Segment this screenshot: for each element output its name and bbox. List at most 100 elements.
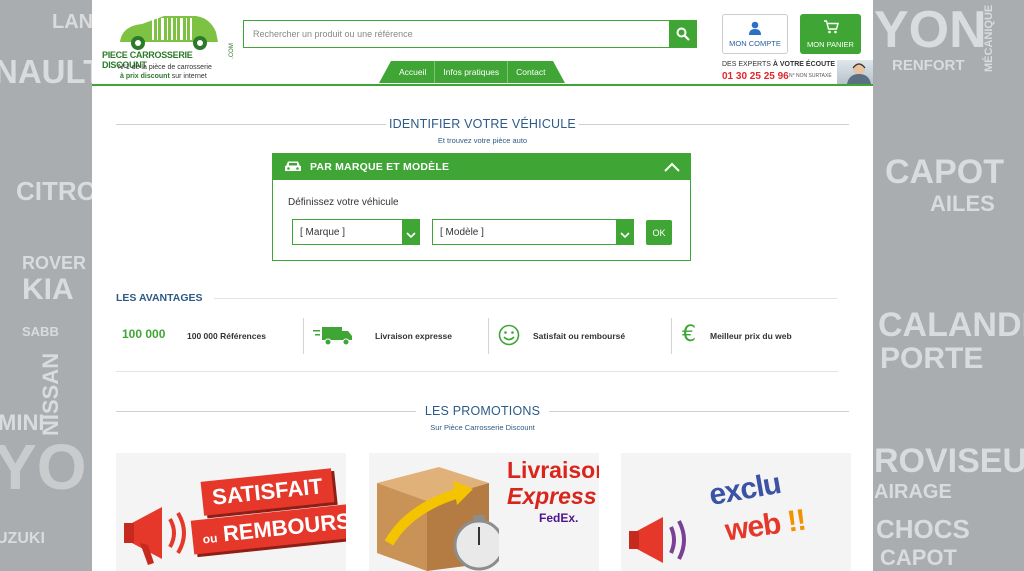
bg-word: NAULT: [0, 53, 104, 90]
advantage-divider: [303, 318, 304, 354]
bg-word: YON: [874, 1, 987, 59]
page-container: PIECE CARROSSERIE DISCOUNT .COM N°1 de l…: [92, 0, 873, 571]
bg-word: ROVER: [22, 253, 87, 273]
promotions-title: LES PROMOTIONS: [424, 404, 541, 418]
megaphone-icon: [124, 507, 186, 565]
promo-card-exclu-web[interactable]: exclu web !!: [621, 453, 851, 571]
promo-card-satisfait[interactable]: SATISFAIT ou REMBOURSÉ: [116, 453, 346, 571]
package-icon: [377, 467, 499, 571]
bg-word: CITRO: [16, 176, 97, 206]
ok-button[interactable]: OK: [646, 220, 672, 245]
promo1-small-word: ou: [202, 531, 219, 547]
brand-select[interactable]: [ Marque ]: [292, 219, 420, 245]
chevron-up-icon[interactable]: [664, 162, 680, 172]
advantage-divider: [488, 318, 489, 354]
promo3-web: web: [723, 507, 783, 548]
promo3-word-1: exclu: [706, 467, 783, 512]
cart-icon: [823, 20, 839, 34]
model-select[interactable]: [ Modèle ]: [432, 219, 634, 245]
bg-word: LAN: [52, 11, 94, 33]
site-header: PIECE CARROSSERIE DISCOUNT .COM N°1 de l…: [92, 0, 873, 86]
bg-word: CAPOT: [880, 545, 957, 570]
nav-edge: [379, 61, 391, 83]
main-nav: Accueil Infos pratiques Contact: [379, 61, 566, 83]
promo3-word-2: web !!: [723, 504, 808, 549]
chevron-down-icon: [406, 232, 416, 239]
promo-card-livraison[interactable]: Livraison Express FedEx.: [369, 453, 599, 571]
advantage-label: Satisfait ou remboursé: [533, 331, 626, 341]
phone-number[interactable]: 01 30 25 25 96: [722, 71, 789, 82]
promo2-title: Livraison: [507, 457, 599, 483]
megaphone-icon: [629, 517, 686, 563]
support-agent-image: [837, 60, 873, 84]
bg-word: CAPOT: [885, 153, 1004, 191]
vehicle-selector-panel: PAR MARQUE ET MODÈLE Définissez votre vé…: [272, 153, 691, 261]
search-button[interactable]: [669, 20, 697, 48]
promo3-exclamation: !!: [777, 503, 808, 540]
promo2-subtitle: Express: [507, 483, 597, 509]
logo-tagline-2: à prix discount sur internet: [120, 73, 207, 80]
bg-word: AIRAGE: [874, 481, 952, 503]
search-input[interactable]: [244, 21, 673, 47]
nav-item-contact[interactable]: Contact: [508, 61, 554, 83]
bg-word: CALANDRE: [878, 306, 1024, 344]
nav-item-infos-pratiques[interactable]: Infos pratiques: [435, 61, 508, 83]
nav-item-accueil[interactable]: Accueil: [391, 61, 435, 83]
advantage-satisfaction: Satisfait ou remboursé: [496, 318, 666, 354]
brand-select-arrow: [402, 219, 420, 245]
bg-word: MÉCANIQUE: [983, 4, 995, 72]
cart-label: MON PANIER: [807, 40, 854, 49]
bg-word: UZUKI: [0, 530, 45, 547]
advantage-divider: [671, 318, 672, 354]
brand-select-value: [ Marque ]: [300, 227, 346, 238]
tagline-highlight: à prix discount: [120, 73, 170, 80]
advantage-delivery: Livraison expresse: [312, 318, 492, 354]
references-count-badge: 100 000: [122, 327, 166, 341]
advantage-label: 100 000 Références: [187, 331, 266, 341]
vehicle-panel-header[interactable]: PAR MARQUE ET MODÈLE: [273, 154, 690, 180]
identify-subtitle: Et trouvez votre pièce auto: [437, 136, 528, 145]
experts-highlight: À VOTRE ÉCOUTE: [772, 61, 836, 68]
logo-suffix: .COM: [228, 43, 235, 59]
bg-word: ROVISEUR: [874, 442, 1024, 480]
model-select-value: [ Modèle ]: [440, 227, 484, 238]
experts-text: DES EXPERTS À VOTRE ÉCOUTE: [722, 61, 835, 68]
vehicle-label: Définissez votre véhicule: [288, 197, 399, 208]
nav-edge: [553, 61, 566, 83]
chevron-down-icon: [620, 232, 630, 239]
delivery-truck-icon: [313, 327, 352, 346]
bg-word: YO: [0, 431, 87, 503]
promotions-subtitle: Sur Pièce Carrosserie Discount: [430, 423, 535, 432]
section-rule: [214, 298, 837, 299]
advantage-price: € Meilleur prix du web: [680, 318, 850, 354]
cart-button[interactable]: MON PANIER: [800, 14, 861, 54]
car-icon: [285, 161, 301, 171]
phone-note: N° NON SURTAXÉ: [789, 73, 832, 79]
experts-prefix: DES EXPERTS: [722, 61, 773, 68]
car-logo-icon: [120, 16, 218, 50]
advantage-label: Livraison expresse: [375, 331, 453, 341]
vehicle-panel-title: PAR MARQUE ET MODÈLE: [310, 161, 450, 173]
agent-icon: [847, 63, 871, 84]
user-icon: [749, 21, 761, 35]
bg-word: CHOCS: [876, 514, 970, 544]
section-rule: [116, 371, 838, 372]
account-button[interactable]: MON COMPTE: [722, 14, 788, 54]
bg-word: KIA: [22, 273, 74, 306]
advantages-title: LES AVANTAGES: [116, 292, 203, 304]
bg-word: RENFORT: [892, 57, 965, 74]
search-bar: [243, 20, 697, 48]
bg-word: AILES: [930, 191, 995, 216]
identify-title: IDENTIFIER VOTRE VÉHICULE: [389, 117, 576, 131]
model-select-arrow: [616, 219, 634, 245]
advantage-references: 100 000 100 000 Références: [116, 318, 304, 354]
bg-word: SABB: [22, 324, 59, 339]
promo1-word: REMBOURSÉ: [221, 506, 346, 547]
site-logo[interactable]: PIECE CARROSSERIE DISCOUNT .COM N°1 de l…: [102, 8, 235, 83]
account-label: MON COMPTE: [729, 39, 781, 48]
logo-tagline: N°1 de la pièce de carrosserie: [118, 64, 212, 71]
bg-word: PORTE: [880, 342, 984, 375]
fedex-logo: FedEx.: [539, 511, 579, 525]
euro-icon: €: [682, 322, 696, 347]
advantage-label: Meilleur prix du web: [710, 331, 792, 341]
